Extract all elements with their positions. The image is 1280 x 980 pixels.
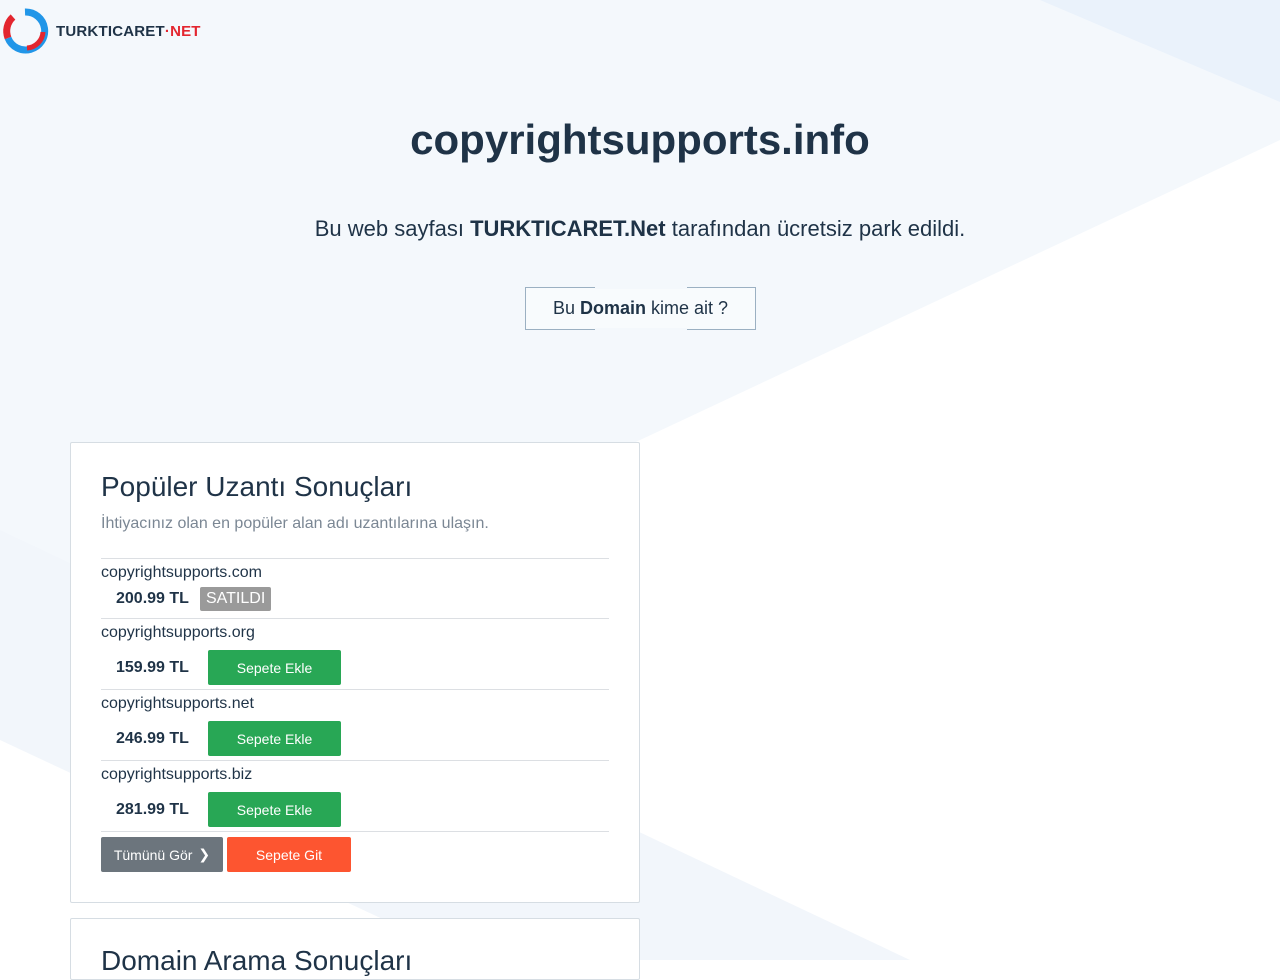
add-to-cart-button[interactable]: Sepete Ekle — [208, 650, 341, 685]
extension-list: copyrightsupports.com 200.99 TL SATILDI … — [101, 558, 609, 832]
card-actions: Tümünü Gör ❯ Sepete Git — [101, 837, 351, 872]
search-results-title: Domain Arama Sonuçları — [101, 945, 413, 976]
price: 281.99 TL — [116, 800, 189, 818]
see-all-button[interactable]: Tümünü Gör ❯ — [101, 837, 223, 872]
parked-notice: Bu web sayfası TURKTICARET.Net tarafında… — [0, 216, 1280, 242]
popular-extensions-card: Popüler Uzantı Sonuçları İhtiyacınız ola… — [70, 442, 640, 903]
whois-prefix: Bu — [552, 298, 575, 318]
go-to-cart-button[interactable]: Sepete Git — [227, 837, 351, 872]
logo-ring-icon — [3, 8, 49, 54]
domain-title: copyrightsupports.info — [410, 116, 870, 163]
price: 246.99 TL — [116, 729, 189, 747]
list-divider — [101, 831, 609, 832]
list-item: copyrightsupports.org 159.99 TL Sepete E… — [101, 618, 609, 689]
sold-badge: SATILDI — [200, 587, 272, 611]
parked-notice-prefix: Bu web sayfası — [314, 216, 464, 241]
brand-logo[interactable]: TURKTICARET·NET — [0, 8, 201, 54]
price: 200.99 TL — [116, 590, 189, 607]
see-all-label: Tümünü Gör — [113, 846, 193, 863]
whois-button[interactable]: Bu Domain kime ait ? — [525, 286, 756, 331]
logo-text-suffix: NET — [170, 22, 201, 40]
domain-name: copyrightsupports.com — [101, 564, 262, 581]
add-to-cart-button[interactable]: Sepete Ekle — [208, 792, 341, 827]
price-line: 246.99 TL Sepete Ekle — [101, 721, 609, 756]
list-item: copyrightsupports.net 246.99 TL Sepete E… — [101, 689, 609, 760]
popular-title: Popüler Uzantı Sonuçları — [101, 471, 413, 502]
add-to-cart-button[interactable]: Sepete Ekle — [208, 721, 341, 756]
logo-text-main: TURKTICARET — [56, 22, 165, 40]
whois-bold: Domain — [579, 298, 646, 318]
list-item: copyrightsupports.com 200.99 TL SATILDI — [101, 558, 609, 618]
chevron-right-icon: ❯ — [198, 846, 211, 862]
popular-subtitle: İhtiyacınız olan en popüler alan adı uza… — [101, 515, 489, 532]
list-item: copyrightsupports.biz 281.99 TL Sepete E… — [101, 760, 609, 831]
whois-suffix: kime ait ? — [651, 298, 729, 318]
search-results-card: Domain Arama Sonuçları — [70, 918, 640, 980]
logo-wordmark: TURKTICARET·NET — [56, 23, 201, 40]
price-line: 200.99 TL SATILDI — [101, 587, 609, 611]
parked-notice-suffix: tarafından ücretsiz park edildi. — [671, 216, 966, 241]
domain-name: copyrightsupports.net — [101, 695, 254, 712]
domain-name: copyrightsupports.org — [101, 624, 255, 641]
price-line: 159.99 TL Sepete Ekle — [101, 650, 609, 685]
price-line: 281.99 TL Sepete Ekle — [101, 792, 609, 827]
price: 159.99 TL — [116, 658, 189, 676]
button-border-gap — [595, 286, 687, 289]
button-border-gap — [595, 328, 687, 331]
domain-name: copyrightsupports.biz — [101, 766, 253, 783]
parked-notice-brand: TURKTICARET.Net — [470, 216, 666, 241]
